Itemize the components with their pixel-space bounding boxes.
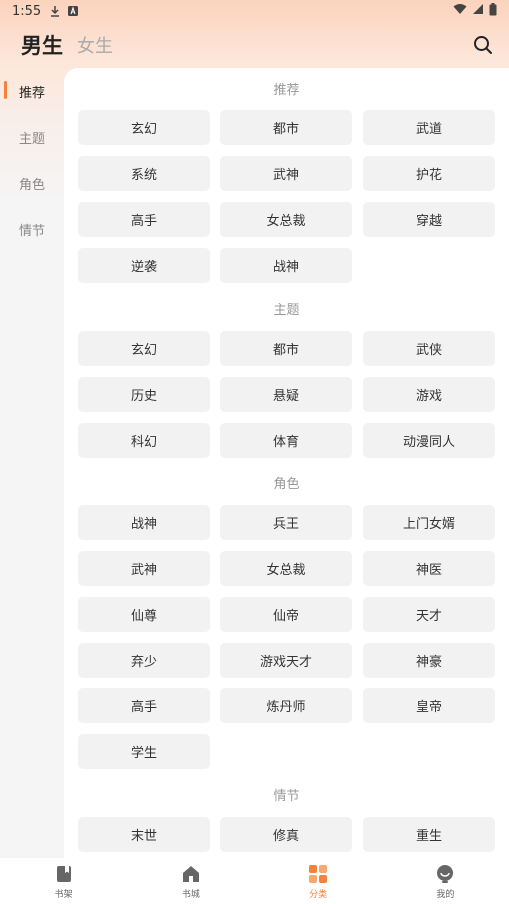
tag-button[interactable]: 皇帝 (363, 688, 495, 723)
category-sidebar: 推荐 主题 角色 情节 (0, 68, 64, 252)
page-header: 男生 女生 (0, 28, 509, 62)
tag-button[interactable]: 都市 (220, 331, 352, 366)
section-title-recommend: 推荐 (273, 83, 300, 98)
nav-label: 我的 (436, 890, 455, 900)
tag-button[interactable]: 重生 (363, 817, 495, 852)
nav-label: 书城 (181, 890, 200, 900)
status-bar: 1:55 (0, 0, 509, 22)
sidebar-item-theme[interactable]: 主题 (0, 114, 64, 160)
tag-button[interactable]: 武神 (78, 551, 210, 586)
tag-button[interactable]: 护花 (363, 156, 495, 191)
home-icon (181, 864, 201, 884)
tag-button[interactable]: 穿越 (363, 202, 495, 237)
tag-button[interactable]: 历史 (78, 377, 210, 412)
tag-button[interactable]: 都市 (220, 110, 352, 145)
bottom-navigation: 书架 书城 分类 我的 (0, 858, 509, 904)
notification-a-icon (67, 5, 79, 17)
tag-button[interactable]: 高手 (78, 688, 210, 723)
tag-button[interactable]: 悬疑 (220, 377, 352, 412)
tag-button[interactable]: 末世 (78, 817, 210, 852)
tag-button[interactable]: 系统 (78, 156, 210, 191)
tag-button[interactable]: 逆袭 (78, 248, 210, 283)
nav-bookstore[interactable]: 书城 (127, 858, 254, 904)
tag-button[interactable]: 玄幻 (78, 110, 210, 145)
section-title-role: 角色 (273, 477, 300, 492)
tag-button[interactable]: 武侠 (363, 331, 495, 366)
tag-button[interactable]: 弃少 (78, 643, 210, 678)
sidebar-item-label: 推荐 (18, 85, 45, 101)
tag-button[interactable]: 动漫同人 (363, 423, 495, 458)
tag-button[interactable]: 仙尊 (78, 597, 210, 632)
tag-button[interactable]: 学生 (78, 734, 210, 769)
tag-button[interactable]: 女总裁 (220, 551, 352, 586)
wifi-icon (453, 3, 467, 19)
signal-icon (472, 3, 484, 19)
tag-button[interactable]: 玄幻 (78, 331, 210, 366)
tag-button[interactable]: 天才 (363, 597, 495, 632)
bookshelf-icon (54, 864, 74, 884)
tag-button[interactable]: 炼丹师 (220, 688, 352, 723)
nav-label: 书架 (54, 890, 73, 900)
tab-female[interactable]: 女生 (77, 32, 113, 58)
nav-category[interactable]: 分类 (255, 858, 382, 904)
tag-button[interactable]: 战神 (78, 505, 210, 540)
sidebar-item-label: 角色 (18, 177, 45, 193)
tag-button[interactable]: 高手 (78, 202, 210, 237)
tag-button[interactable]: 女总裁 (220, 202, 352, 237)
nav-profile[interactable]: 我的 (382, 858, 509, 904)
tag-button[interactable]: 神医 (363, 551, 495, 586)
status-time: 1:55 (12, 3, 42, 19)
section-title-plot: 情节 (273, 789, 300, 804)
sidebar-item-label: 情节 (18, 223, 45, 239)
tag-button[interactable]: 武神 (220, 156, 352, 191)
tag-button[interactable]: 游戏天才 (220, 643, 352, 678)
tag-button[interactable]: 游戏 (363, 377, 495, 412)
search-icon[interactable] (471, 33, 495, 57)
sidebar-item-label: 主题 (18, 131, 45, 147)
tag-button[interactable]: 仙帝 (220, 597, 352, 632)
section-title-theme: 主题 (273, 303, 300, 318)
battery-icon (489, 2, 497, 20)
tag-button[interactable]: 体育 (220, 423, 352, 458)
sidebar-item-plot[interactable]: 情节 (0, 206, 64, 252)
sidebar-item-role[interactable]: 角色 (0, 160, 64, 206)
nav-label: 分类 (309, 890, 328, 900)
download-icon (49, 5, 61, 17)
tag-button[interactable]: 科幻 (78, 423, 210, 458)
tag-button[interactable]: 上门女婿 (363, 505, 495, 540)
tag-button[interactable]: 兵王 (220, 505, 352, 540)
tab-male[interactable]: 男生 (21, 30, 63, 60)
nav-bookshelf[interactable]: 书架 (0, 858, 127, 904)
tag-button[interactable]: 修真 (220, 817, 352, 852)
tag-button[interactable]: 战神 (220, 248, 352, 283)
category-content: 推荐 玄幻 都市 武道 系统 武神 护花 高手 女总裁 穿越 逆袭 战神 主题 … (64, 68, 509, 858)
tag-button[interactable]: 武道 (363, 110, 495, 145)
profile-icon (435, 864, 455, 884)
tag-button[interactable]: 神豪 (363, 643, 495, 678)
category-icon (308, 864, 328, 884)
sidebar-item-recommend[interactable]: 推荐 (0, 68, 64, 114)
